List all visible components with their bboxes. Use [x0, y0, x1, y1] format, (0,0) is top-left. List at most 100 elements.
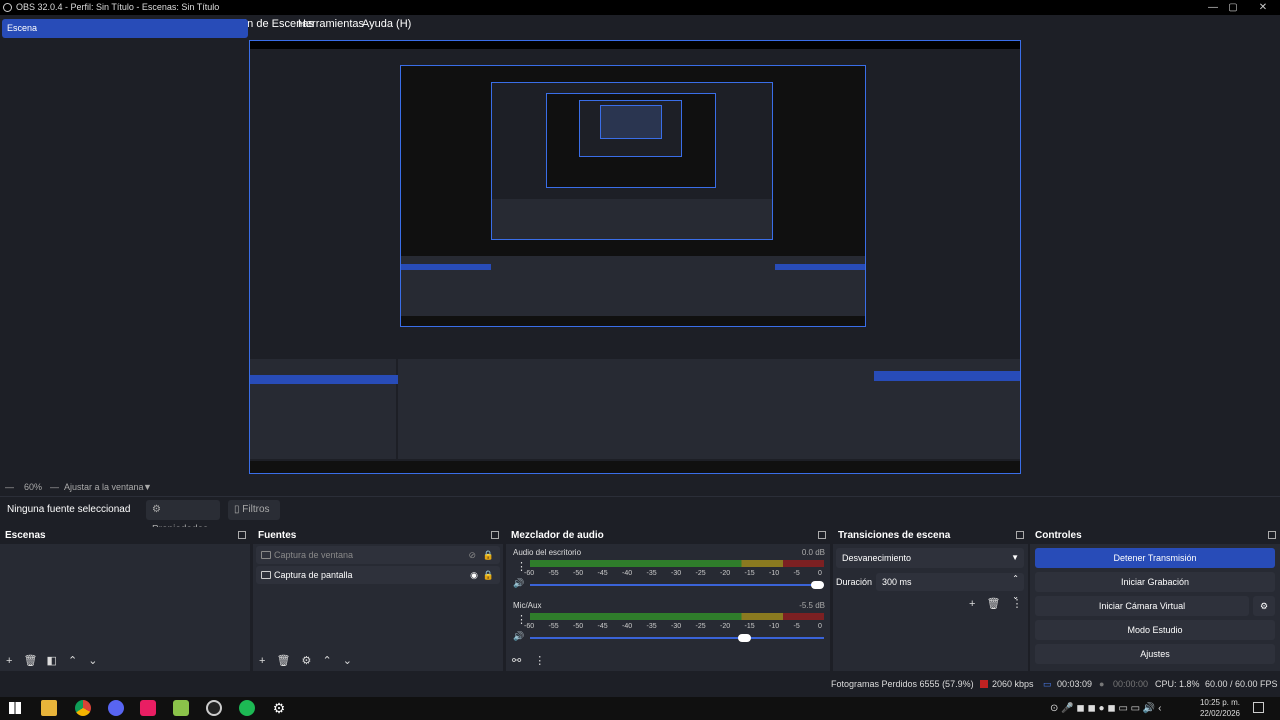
tick-label: -35 — [646, 623, 657, 630]
record-time: 00:00:00 — [1113, 679, 1149, 689]
more-options-icon[interactable]: ⋮ — [534, 655, 545, 667]
lock-icon[interactable]: 🔒 — [483, 546, 494, 564]
tick-label: -5 — [793, 623, 800, 630]
stop-stream-button[interactable]: Detener Transmisión — [1035, 548, 1275, 568]
fit-to-window[interactable]: Ajustar a la ventana — [64, 479, 144, 496]
transitions-title: Transiciones de escena — [833, 527, 1028, 544]
tiktok-icon[interactable] — [140, 700, 156, 716]
tick-label: -15 — [744, 623, 755, 630]
chevron-up-icon[interactable]: ⌃ — [68, 655, 77, 667]
preview-canvas[interactable] — [249, 40, 1021, 474]
spotify-icon[interactable] — [239, 700, 255, 716]
captured-preview-level-4 — [546, 93, 716, 188]
discord-icon[interactable] — [108, 700, 124, 716]
undock-icon[interactable] — [1016, 531, 1024, 539]
tick-label: -55 — [548, 623, 559, 630]
tick-label: -50 — [573, 623, 584, 630]
obs-logo-icon — [3, 3, 12, 12]
captured-taskbar — [250, 461, 1020, 473]
gear-icon[interactable]: ⚙ — [302, 655, 312, 667]
trash-icon[interactable]: 🗑 — [277, 655, 291, 667]
zoom-bar: — 60% — Ajustar a la ventana ▼ — [0, 479, 1280, 496]
file-explorer-icon[interactable] — [41, 700, 57, 716]
captured-stop-button — [874, 371, 1020, 381]
start-recording-button[interactable]: Iniciar Grabación — [1035, 572, 1275, 592]
volume-knob[interactable] — [737, 634, 751, 642]
undock-icon[interactable] — [1268, 531, 1276, 539]
volume-slider[interactable] — [530, 634, 824, 642]
zoom-in-icon[interactable]: — — [50, 479, 59, 496]
fps-counter: 60.00 / 60.00 FPS — [1205, 679, 1278, 689]
volume-knob[interactable] — [811, 581, 824, 589]
zoom-out-icon[interactable]: — — [5, 479, 14, 496]
captured-preview-level-3 — [491, 82, 773, 240]
context-bar: Ninguna fuente seleccionad ⚙ Propiedades… — [0, 497, 1280, 535]
duration-input[interactable]: 300 ms ⌃ ⌄ — [876, 573, 1024, 601]
tick-label: -60 — [524, 623, 535, 630]
app-icon[interactable] — [173, 700, 189, 716]
tick-label: -30 — [671, 570, 682, 577]
menu-ayuda[interactable]: Ayuda (H) — [362, 15, 411, 34]
windows-start-icon[interactable] — [9, 702, 21, 714]
record-icon: ● — [1099, 679, 1105, 689]
settings-button[interactable]: Ajustes — [1035, 644, 1275, 664]
system-tray[interactable]: ⊙ 🎤 ◼ ◼ ● ◼ ▭ ▭ 🔊 ‹ — [1050, 703, 1190, 714]
volume-slider[interactable] — [530, 581, 824, 589]
trash-icon[interactable]: 🗑 — [987, 598, 1001, 610]
gear-icon: ⚙ — [1259, 601, 1269, 611]
channel-db: -5.5 dB — [799, 601, 825, 610]
tick-label: -45 — [597, 623, 608, 630]
add-icon[interactable]: + — [259, 655, 265, 667]
dropped-frames: Fotogramas Perdidos 6555 (57.9%) — [831, 679, 974, 689]
title-bar: OBS 32.0.4 - Perfil: Sin Título - Escena… — [0, 0, 1280, 15]
chevron-down-icon[interactable]: ⌄ — [343, 655, 352, 667]
eye-hidden-icon[interactable]: ⊘ — [468, 546, 476, 564]
source-item[interactable]: Captura de pantalla ◉ 🔒 — [256, 566, 500, 584]
menu-herramientas[interactable]: Herramientas — [298, 15, 364, 34]
link-icon[interactable]: ⚯ — [512, 655, 521, 667]
virtual-camera-settings-button[interactable]: ⚙ — [1253, 596, 1275, 616]
lock-icon[interactable]: 🔒 — [483, 566, 494, 584]
scene-item[interactable]: Escena — [2, 19, 248, 38]
start-virtual-camera-button[interactable]: Iniciar Cámara Virtual — [1035, 596, 1249, 616]
trash-icon[interactable]: 🗑 — [24, 655, 38, 667]
chevron-up-icon[interactable]: ⌃ — [322, 655, 331, 667]
speaker-icon[interactable]: 🔊 — [513, 631, 524, 642]
add-icon[interactable]: + — [969, 598, 975, 610]
mixer-toolbar: ⚯ ⋮ — [512, 654, 545, 667]
eye-icon[interactable]: ◉ — [470, 566, 478, 584]
captured-titlebar — [250, 41, 1020, 49]
channel-name: Mic/Aux — [513, 601, 542, 610]
channel-name: Audio del escritorio — [513, 548, 582, 557]
speaker-icon[interactable]: 🔊 — [513, 578, 524, 589]
audio-meter — [530, 613, 824, 620]
sources-toolbar: + 🗑 ⚙ ⌃ ⌄ — [259, 654, 352, 667]
undock-icon[interactable] — [818, 531, 826, 539]
tick-label: -60 — [524, 570, 535, 577]
chevron-down-icon: ▼ — [1011, 553, 1019, 562]
more-options-icon[interactable]: ⋮ — [1012, 598, 1023, 610]
close-button[interactable]: ✕ — [1246, 0, 1280, 15]
filters-button[interactable]: ▯ Filtros — [228, 500, 280, 520]
settings-gear-icon[interactable]: ⚙ — [271, 700, 287, 716]
add-icon[interactable]: + — [6, 655, 12, 667]
undock-icon[interactable] — [491, 531, 499, 539]
source-item[interactable]: Captura de ventana ⊘ 🔒 — [256, 546, 500, 564]
properties-button[interactable]: ⚙ Propiedades — [146, 500, 220, 535]
obs-icon[interactable] — [206, 700, 222, 716]
undock-icon[interactable] — [238, 531, 246, 539]
studio-mode-button[interactable]: Modo Estudio — [1035, 620, 1275, 640]
tick-label: -25 — [695, 623, 706, 630]
notifications-icon[interactable] — [1253, 702, 1264, 713]
maximize-button[interactable]: ▢ — [1216, 0, 1250, 15]
transition-select[interactable]: Desvanecimiento ▼ — [836, 548, 1024, 568]
zoom-level[interactable]: 60% — [24, 479, 42, 496]
clock[interactable]: 10:25 p. m. 22/02/2026 — [1180, 697, 1240, 719]
filter-icon[interactable]: ◧ — [47, 655, 57, 667]
captured-preview-level-5 — [579, 100, 682, 157]
chrome-icon[interactable] — [75, 700, 91, 716]
sources-title: Fuentes — [253, 527, 503, 544]
chevron-down-icon[interactable]: ▼ — [143, 479, 152, 496]
chevron-down-icon[interactable]: ⌄ — [88, 655, 97, 667]
tick-label: -25 — [695, 570, 706, 577]
